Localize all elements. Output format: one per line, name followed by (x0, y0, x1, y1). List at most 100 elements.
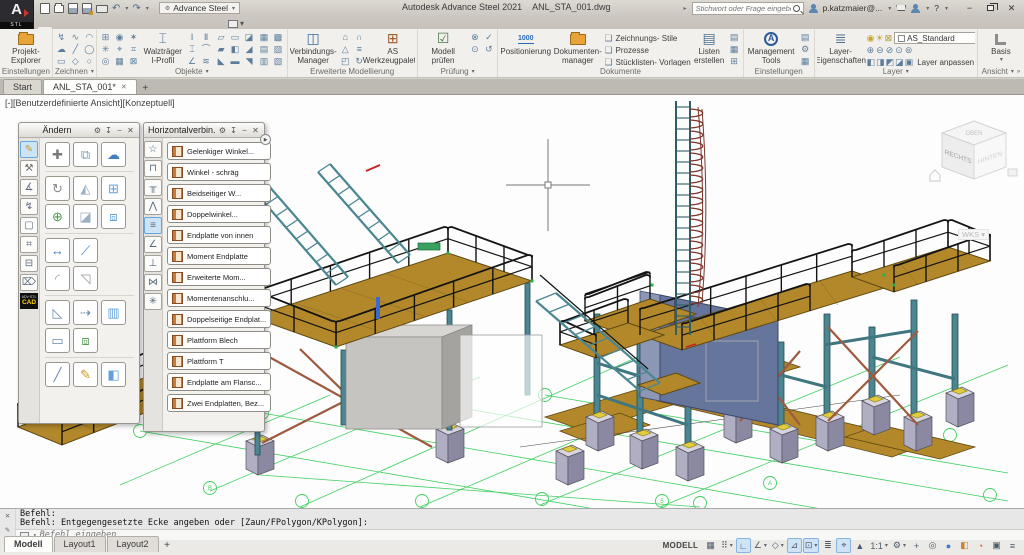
connection-item[interactable]: Moment Endplatte (167, 247, 271, 265)
layer-anpassen-button[interactable]: Layer anpassen (917, 58, 974, 66)
grating-std-icon[interactable]: ▤ (258, 44, 271, 55)
tab-overflow-control[interactable]: ▾ (228, 19, 244, 29)
slice-icon[interactable]: ◪ (73, 204, 98, 229)
model-space-label[interactable]: MODELL (663, 541, 699, 550)
roof-icon[interactable]: ◰ (339, 56, 352, 66)
anno-scale-icon[interactable]: 1:1▾ (868, 538, 890, 553)
basis-button[interactable]: Basis ▾ (980, 30, 1022, 63)
clamp-connection-icon[interactable]: ⊓ (144, 160, 162, 177)
group-icon[interactable]: ⧈ (73, 328, 98, 353)
folded-plate-icon[interactable]: ◪ (243, 32, 256, 43)
management-tools-button[interactable]: A Management Tools (746, 30, 797, 66)
double-beam-icon[interactable]: Ⅱ (200, 32, 213, 43)
tower-icon[interactable]: △ (339, 44, 352, 55)
model-viewport[interactable]: [-][Benutzerdefinierte Ansicht][Konzeptu… (0, 94, 1024, 508)
object-track-icon[interactable]: ⊿ (787, 538, 802, 553)
layer-on-icon[interactable]: ◉ (867, 33, 875, 44)
shear-stud-icon[interactable]: ◧ (229, 44, 242, 55)
move-icon[interactable]: ✚ (45, 142, 70, 167)
stretch-icon[interactable]: ↔ (45, 238, 70, 263)
update-icon[interactable]: ↺ (482, 44, 495, 55)
wedge-icon[interactable]: ◥ (243, 56, 256, 66)
panel-label[interactable]: Layer▾ (817, 66, 975, 77)
press-icon[interactable]: ⊟ (20, 255, 38, 272)
mirror-icon[interactable]: ◭ (73, 176, 98, 201)
line-edit-icon[interactable]: ╱ (45, 362, 70, 387)
new-file-icon[interactable] (40, 3, 50, 14)
poly-beam-icon[interactable]: ∠ (186, 56, 199, 66)
weld-point-icon[interactable]: ▧ (272, 56, 285, 66)
favorites-icon[interactable]: ☆ (144, 141, 162, 158)
workspace-icon[interactable]: ⚙▾ (891, 538, 908, 553)
box3d-icon[interactable]: ◧ (101, 362, 126, 387)
revcloud-icon[interactable]: ☁ (55, 44, 68, 55)
merge-layer-icon[interactable]: ▣ (905, 57, 914, 66)
lengthen-icon[interactable]: ⟋ (73, 238, 98, 263)
cross-bracing-icon[interactable]: ⋈ (144, 274, 162, 291)
connection-item[interactable]: Endplatte von innen (167, 226, 271, 244)
cell-icon[interactable]: ⌗ (127, 44, 140, 55)
undo-icon[interactable]: ↶ (112, 3, 120, 14)
connection-item[interactable]: Momentenanschlu... (167, 289, 271, 307)
redo-dropdown-icon[interactable]: ▾ (146, 5, 149, 12)
nc-export-icon[interactable]: ▤ (728, 32, 741, 43)
slope-connection-icon[interactable]: ∠ (144, 236, 162, 253)
frame-icon[interactable]: ⌂ (339, 32, 352, 43)
connection-item[interactable]: Doppelseitige Endplat... (167, 310, 271, 328)
horizontalverbindungen-palette[interactable]: Horizontalverbin... ⚙ ↧ − ✕ ☆⊓╥⋀≡∠⊥⋈✳ ▶ … (143, 122, 265, 432)
defaults-icon[interactable]: ▤ (799, 32, 812, 43)
plate-edit-icon[interactable]: ▥ (101, 300, 126, 325)
structural-grid-icon[interactable]: ▦ (113, 56, 126, 66)
annotation-icon[interactable]: ▲ (852, 538, 867, 553)
close-icon[interactable]: ✕ (126, 126, 135, 135)
panel-label[interactable]: Zeichnen▾ (55, 66, 94, 77)
undo-dropdown-icon[interactable]: ▾ (125, 5, 128, 12)
aendern-palette-titlebar[interactable]: Ändern ⚙ ↧ − ✕ (19, 123, 139, 138)
redo-icon[interactable]: ↷ (132, 3, 140, 14)
connection-item[interactable]: Plattform T (167, 352, 271, 370)
app-store-cart-icon[interactable] (896, 5, 906, 11)
match-prop-icon[interactable]: ⌗ (20, 236, 38, 253)
camera-icon[interactable]: ◉ (113, 32, 126, 43)
rect-plate-icon[interactable]: ▰ (215, 44, 228, 55)
projekt-explorer-button[interactable]: Projekt- Explorer (2, 30, 50, 66)
close-icon[interactable]: ✕ (251, 126, 260, 135)
polyline-edit-icon[interactable]: ✎ (73, 362, 98, 387)
tri-plate-icon[interactable]: ◣ (215, 56, 228, 66)
stairs-icon[interactable]: ≡ (353, 44, 366, 55)
sphere-icon[interactable]: ⊕ (45, 204, 70, 229)
selection-icon[interactable]: ▢ (20, 217, 38, 234)
as-werkzeugpalette-button[interactable]: ⊞ AS Werkzeugpalette (368, 30, 415, 66)
beam-icon[interactable]: Ⅰ (186, 32, 199, 43)
viewcube[interactable]: OBEN RECHTS HINTEN WKS ▾ (926, 113, 1022, 245)
trim-icon[interactable]: ◺ (45, 300, 70, 325)
trace-icon[interactable]: ◔ (973, 538, 988, 553)
bom-export-icon[interactable]: ⊞ (728, 56, 741, 66)
beam-beam-icon[interactable]: ╥ (144, 179, 162, 196)
hv-palette-titlebar[interactable]: Horizontalverbin... ⚙ ↧ − ✕ (144, 123, 264, 138)
lineweight-icon[interactable]: ≣ (820, 538, 835, 553)
search-icon[interactable] (793, 5, 800, 12)
profile-db-icon[interactable]: ▦ (799, 56, 812, 66)
pin-icon[interactable]: ↧ (104, 126, 113, 135)
connection-item[interactable]: Winkel - schräg (167, 163, 271, 181)
match-layer-icon[interactable]: ◧ (867, 57, 876, 66)
ucs-icon[interactable]: ∡ (20, 179, 38, 196)
help-icon[interactable]: ? (934, 3, 939, 13)
collaboration-icon[interactable] (911, 4, 920, 13)
horizontal-connections-icon[interactable]: ≡ (144, 217, 162, 234)
isometry-icon[interactable]: ⊠ (127, 56, 140, 66)
clash-check-icon[interactable]: ⊗ (468, 32, 481, 43)
gear-icon[interactable]: ⚙ (93, 126, 102, 135)
signed-in-user[interactable]: p.katzmaier@... (823, 3, 883, 13)
new-drawing-button[interactable]: + (138, 83, 153, 94)
revision-cloud-icon[interactable]: ☁ (101, 142, 126, 167)
open-file-icon[interactable] (54, 5, 64, 13)
viewport-controls-label[interactable]: [-][Benutzerdefinierte Ansicht][Konzeptu… (5, 98, 175, 108)
ellipse-icon[interactable]: ○ (83, 56, 94, 66)
clean-screen-icon[interactable]: ▣ (989, 538, 1004, 553)
compound-beam-icon[interactable]: ≋ (200, 56, 213, 66)
rectangle-icon[interactable]: ▭ (55, 56, 68, 66)
circle-icon[interactable]: ◯ (83, 44, 94, 55)
cad-badge[interactable]: ADV·STL CAD (20, 293, 38, 309)
